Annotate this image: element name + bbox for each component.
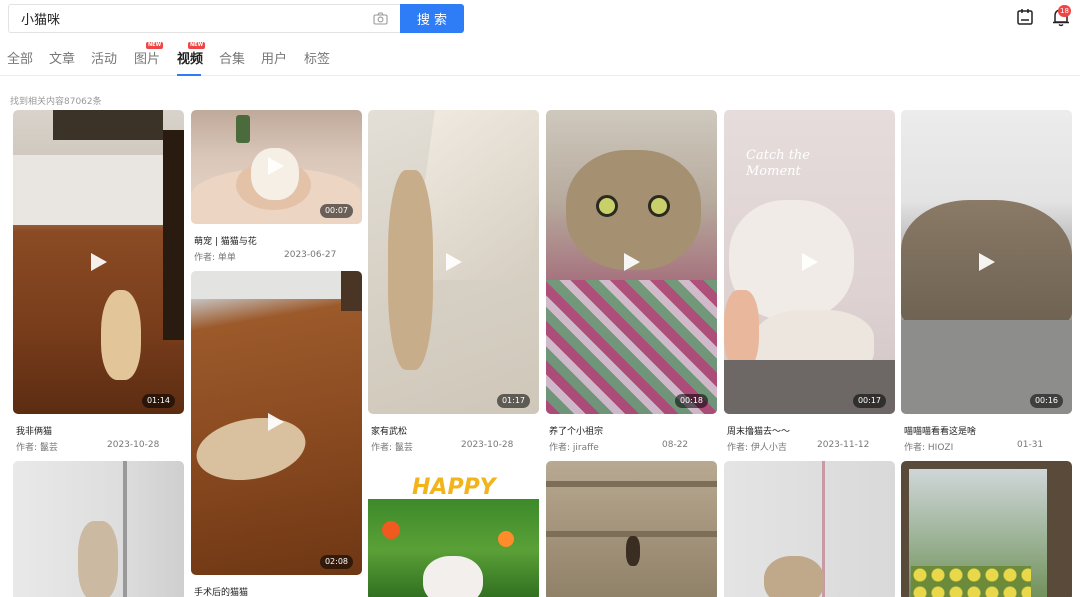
tab-videos[interactable]: 视频	[177, 48, 203, 67]
active-tab-indicator	[177, 74, 201, 76]
video-author[interactable]: 作者: 单单	[194, 250, 236, 263]
video-thumbnail[interactable]: 01:17	[368, 110, 539, 414]
video-duration: 00:07	[319, 204, 353, 218]
tab-events[interactable]: 活动	[91, 48, 117, 67]
video-title[interactable]: 养了个小祖宗	[549, 424, 603, 437]
video-author[interactable]: 作者: 伊人小吉	[727, 440, 787, 453]
video-title[interactable]: 喵喵喵看看这是啥	[904, 424, 976, 437]
video-thumbnail[interactable]: 02:08	[191, 271, 362, 575]
video-thumbnail[interactable]: Catch the Moment 00:17	[724, 110, 895, 414]
happy-text: HAPPY	[412, 475, 496, 500]
video-thumbnail[interactable]	[13, 461, 184, 597]
calendar-icon[interactable]	[1016, 8, 1034, 26]
tab-tags[interactable]: 标签	[304, 48, 330, 67]
category-tabs: 全部 文章 活动 图片 NEW 视频 NEW 合集 用户 标签	[0, 40, 1080, 76]
video-thumbnail[interactable]: 00:16	[901, 110, 1072, 414]
video-thumbnail[interactable]: 00:07	[191, 110, 362, 224]
video-title[interactable]: 我非俩猫	[16, 424, 52, 437]
tab-articles[interactable]: 文章	[49, 48, 75, 67]
video-date: 2023-10-28	[461, 440, 514, 450]
video-date: 2023-10-28	[107, 440, 160, 450]
play-icon	[268, 413, 284, 431]
play-icon	[446, 253, 462, 271]
video-duration: 00:18	[674, 394, 708, 408]
video-thumbnail[interactable]: HAPPY	[368, 461, 539, 597]
video-date: 08-22	[662, 440, 689, 450]
search-box[interactable]	[8, 4, 400, 33]
camera-icon[interactable]	[373, 12, 388, 25]
video-title[interactable]: 家有武松	[371, 424, 407, 437]
play-icon	[268, 157, 284, 175]
video-author[interactable]: 作者: 鬣芸	[371, 440, 413, 453]
new-badge: NEW	[146, 42, 164, 49]
play-icon	[979, 253, 995, 271]
video-duration: 00:17	[852, 394, 886, 408]
result-count: 找到相关内容87062条	[10, 97, 102, 107]
video-author[interactable]: 作者: 鬣芸	[16, 440, 58, 453]
search-button[interactable]: 搜 索	[400, 4, 464, 33]
video-title[interactable]: 萌宠 | 猫猫与花	[194, 234, 257, 247]
search-input[interactable]	[9, 5, 359, 32]
video-author[interactable]: 作者: jiraffe	[549, 440, 599, 453]
video-title[interactable]: 周末撸猫去～～	[727, 424, 790, 437]
notification-badge: 18	[1058, 5, 1071, 17]
video-thumbnail[interactable]	[724, 461, 895, 597]
video-duration: 00:16	[1029, 394, 1063, 408]
new-badge: NEW	[188, 42, 206, 49]
play-icon	[624, 253, 640, 271]
play-icon	[802, 253, 818, 271]
catch-moment-text: Catch the Moment	[746, 148, 810, 179]
video-thumbnail[interactable]	[546, 461, 717, 597]
video-author[interactable]: 作者: HIOZI	[904, 440, 953, 453]
video-thumbnail[interactable]: 01:14	[13, 110, 184, 414]
tab-all[interactable]: 全部	[7, 48, 33, 67]
video-date: 01-31	[1017, 440, 1044, 450]
tab-images[interactable]: 图片	[134, 48, 160, 67]
tab-users[interactable]: 用户	[261, 48, 287, 67]
video-date: 2023-06-27	[284, 250, 337, 260]
play-icon	[91, 253, 107, 271]
video-duration: 01:14	[141, 394, 175, 408]
video-duration: 02:08	[319, 555, 353, 569]
video-title[interactable]: 手术后的猫猫	[194, 585, 248, 597]
tab-collections[interactable]: 合集	[219, 48, 245, 67]
video-thumbnail[interactable]	[901, 461, 1072, 597]
video-date: 2023-11-12	[817, 440, 870, 450]
video-thumbnail[interactable]: 00:18	[546, 110, 717, 414]
video-duration: 01:17	[496, 394, 530, 408]
